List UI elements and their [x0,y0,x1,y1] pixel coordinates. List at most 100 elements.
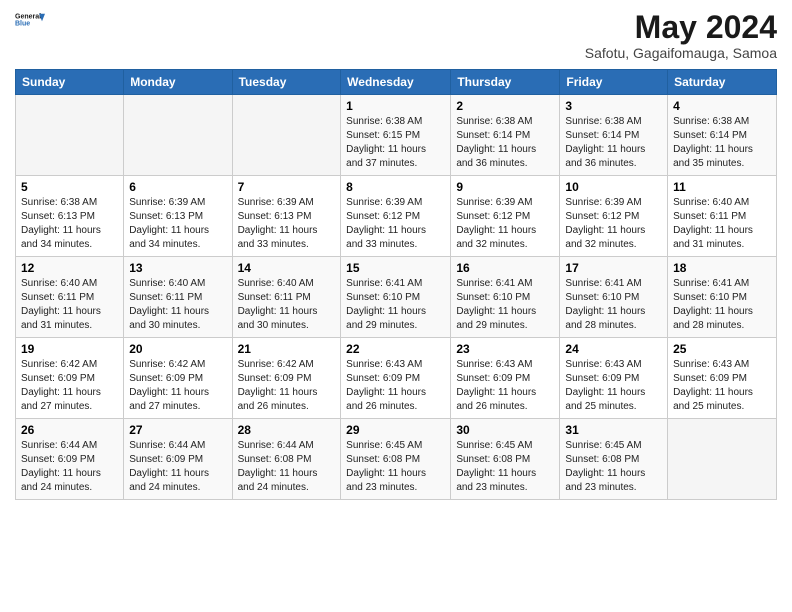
day-info: Sunrise: 6:43 AMSunset: 6:09 PMDaylight:… [673,359,753,412]
table-row: 19 Sunrise: 6:42 AMSunset: 6:09 PMDaylig… [16,338,124,419]
table-row: 23 Sunrise: 6:43 AMSunset: 6:09 PMDaylig… [451,338,560,419]
table-row: 16 Sunrise: 6:41 AMSunset: 6:10 PMDaylig… [451,257,560,338]
col-thursday: Thursday [451,70,560,95]
day-number: 14 [238,261,336,275]
col-friday: Friday [560,70,668,95]
day-info: Sunrise: 6:43 AMSunset: 6:09 PMDaylight:… [565,359,645,412]
table-row: 1 Sunrise: 6:38 AMSunset: 6:15 PMDayligh… [341,95,451,176]
day-number: 29 [346,423,445,437]
day-number: 31 [565,423,662,437]
day-info: Sunrise: 6:42 AMSunset: 6:09 PMDaylight:… [21,359,101,412]
table-row: 14 Sunrise: 6:40 AMSunset: 6:11 PMDaylig… [232,257,341,338]
month-year: May 2024 [585,10,777,45]
svg-text:Blue: Blue [15,20,30,27]
day-number: 21 [238,342,336,356]
table-row: 3 Sunrise: 6:38 AMSunset: 6:14 PMDayligh… [560,95,668,176]
day-number: 7 [238,180,336,194]
table-row: 11 Sunrise: 6:40 AMSunset: 6:11 PMDaylig… [668,176,777,257]
day-info: Sunrise: 6:45 AMSunset: 6:08 PMDaylight:… [565,440,645,493]
day-number: 28 [238,423,336,437]
table-row: 9 Sunrise: 6:39 AMSunset: 6:12 PMDayligh… [451,176,560,257]
table-row: 31 Sunrise: 6:45 AMSunset: 6:08 PMDaylig… [560,419,668,500]
day-info: Sunrise: 6:39 AMSunset: 6:12 PMDaylight:… [456,197,536,250]
col-sunday: Sunday [16,70,124,95]
table-row [232,95,341,176]
day-info: Sunrise: 6:42 AMSunset: 6:09 PMDaylight:… [129,359,209,412]
day-number: 2 [456,99,554,113]
day-info: Sunrise: 6:38 AMSunset: 6:14 PMDaylight:… [673,116,753,169]
day-info: Sunrise: 6:43 AMSunset: 6:09 PMDaylight:… [456,359,536,412]
day-number: 24 [565,342,662,356]
day-info: Sunrise: 6:38 AMSunset: 6:15 PMDaylight:… [346,116,426,169]
table-row: 13 Sunrise: 6:40 AMSunset: 6:11 PMDaylig… [124,257,232,338]
day-info: Sunrise: 6:44 AMSunset: 6:09 PMDaylight:… [21,440,101,493]
day-number: 10 [565,180,662,194]
day-info: Sunrise: 6:39 AMSunset: 6:12 PMDaylight:… [346,197,426,250]
table-row: 6 Sunrise: 6:39 AMSunset: 6:13 PMDayligh… [124,176,232,257]
header: General Blue May 2024 Safotu, Gagaifomau… [15,10,777,61]
calendar-header-row: Sunday Monday Tuesday Wednesday Thursday… [16,70,777,95]
calendar-week-row: 12 Sunrise: 6:40 AMSunset: 6:11 PMDaylig… [16,257,777,338]
day-number: 30 [456,423,554,437]
table-row: 2 Sunrise: 6:38 AMSunset: 6:14 PMDayligh… [451,95,560,176]
day-number: 9 [456,180,554,194]
location: Safotu, Gagaifomauga, Samoa [585,45,777,61]
day-number: 20 [129,342,226,356]
title-block: May 2024 Safotu, Gagaifomauga, Samoa [585,10,777,61]
day-number: 1 [346,99,445,113]
day-number: 8 [346,180,445,194]
table-row: 24 Sunrise: 6:43 AMSunset: 6:09 PMDaylig… [560,338,668,419]
table-row: 28 Sunrise: 6:44 AMSunset: 6:08 PMDaylig… [232,419,341,500]
day-number: 27 [129,423,226,437]
table-row: 17 Sunrise: 6:41 AMSunset: 6:10 PMDaylig… [560,257,668,338]
table-row: 21 Sunrise: 6:42 AMSunset: 6:09 PMDaylig… [232,338,341,419]
logo-icon: General Blue [15,10,45,30]
day-number: 5 [21,180,118,194]
day-info: Sunrise: 6:44 AMSunset: 6:09 PMDaylight:… [129,440,209,493]
day-info: Sunrise: 6:41 AMSunset: 6:10 PMDaylight:… [565,278,645,331]
day-info: Sunrise: 6:40 AMSunset: 6:11 PMDaylight:… [129,278,209,331]
table-row: 25 Sunrise: 6:43 AMSunset: 6:09 PMDaylig… [668,338,777,419]
table-row [124,95,232,176]
day-info: Sunrise: 6:45 AMSunset: 6:08 PMDaylight:… [456,440,536,493]
table-row [16,95,124,176]
day-number: 4 [673,99,771,113]
svg-text:General: General [15,13,41,20]
table-row: 12 Sunrise: 6:40 AMSunset: 6:11 PMDaylig… [16,257,124,338]
day-info: Sunrise: 6:42 AMSunset: 6:09 PMDaylight:… [238,359,318,412]
table-row: 7 Sunrise: 6:39 AMSunset: 6:13 PMDayligh… [232,176,341,257]
calendar-week-row: 19 Sunrise: 6:42 AMSunset: 6:09 PMDaylig… [16,338,777,419]
table-row: 4 Sunrise: 6:38 AMSunset: 6:14 PMDayligh… [668,95,777,176]
logo: General Blue [15,10,45,32]
day-info: Sunrise: 6:45 AMSunset: 6:08 PMDaylight:… [346,440,426,493]
col-tuesday: Tuesday [232,70,341,95]
table-row: 18 Sunrise: 6:41 AMSunset: 6:10 PMDaylig… [668,257,777,338]
calendar-week-row: 26 Sunrise: 6:44 AMSunset: 6:09 PMDaylig… [16,419,777,500]
table-row [668,419,777,500]
day-info: Sunrise: 6:38 AMSunset: 6:13 PMDaylight:… [21,197,101,250]
table-row: 5 Sunrise: 6:38 AMSunset: 6:13 PMDayligh… [16,176,124,257]
day-number: 16 [456,261,554,275]
day-info: Sunrise: 6:40 AMSunset: 6:11 PMDaylight:… [238,278,318,331]
day-info: Sunrise: 6:38 AMSunset: 6:14 PMDaylight:… [456,116,536,169]
calendar-week-row: 5 Sunrise: 6:38 AMSunset: 6:13 PMDayligh… [16,176,777,257]
page: General Blue May 2024 Safotu, Gagaifomau… [0,0,792,612]
table-row: 27 Sunrise: 6:44 AMSunset: 6:09 PMDaylig… [124,419,232,500]
day-number: 19 [21,342,118,356]
day-info: Sunrise: 6:39 AMSunset: 6:12 PMDaylight:… [565,197,645,250]
day-info: Sunrise: 6:43 AMSunset: 6:09 PMDaylight:… [346,359,426,412]
table-row: 29 Sunrise: 6:45 AMSunset: 6:08 PMDaylig… [341,419,451,500]
calendar-week-row: 1 Sunrise: 6:38 AMSunset: 6:15 PMDayligh… [16,95,777,176]
table-row: 8 Sunrise: 6:39 AMSunset: 6:12 PMDayligh… [341,176,451,257]
calendar: Sunday Monday Tuesday Wednesday Thursday… [15,69,777,500]
col-saturday: Saturday [668,70,777,95]
day-info: Sunrise: 6:44 AMSunset: 6:08 PMDaylight:… [238,440,318,493]
day-number: 3 [565,99,662,113]
table-row: 15 Sunrise: 6:41 AMSunset: 6:10 PMDaylig… [341,257,451,338]
day-info: Sunrise: 6:39 AMSunset: 6:13 PMDaylight:… [238,197,318,250]
day-number: 26 [21,423,118,437]
table-row: 30 Sunrise: 6:45 AMSunset: 6:08 PMDaylig… [451,419,560,500]
day-number: 18 [673,261,771,275]
day-info: Sunrise: 6:39 AMSunset: 6:13 PMDaylight:… [129,197,209,250]
day-number: 15 [346,261,445,275]
